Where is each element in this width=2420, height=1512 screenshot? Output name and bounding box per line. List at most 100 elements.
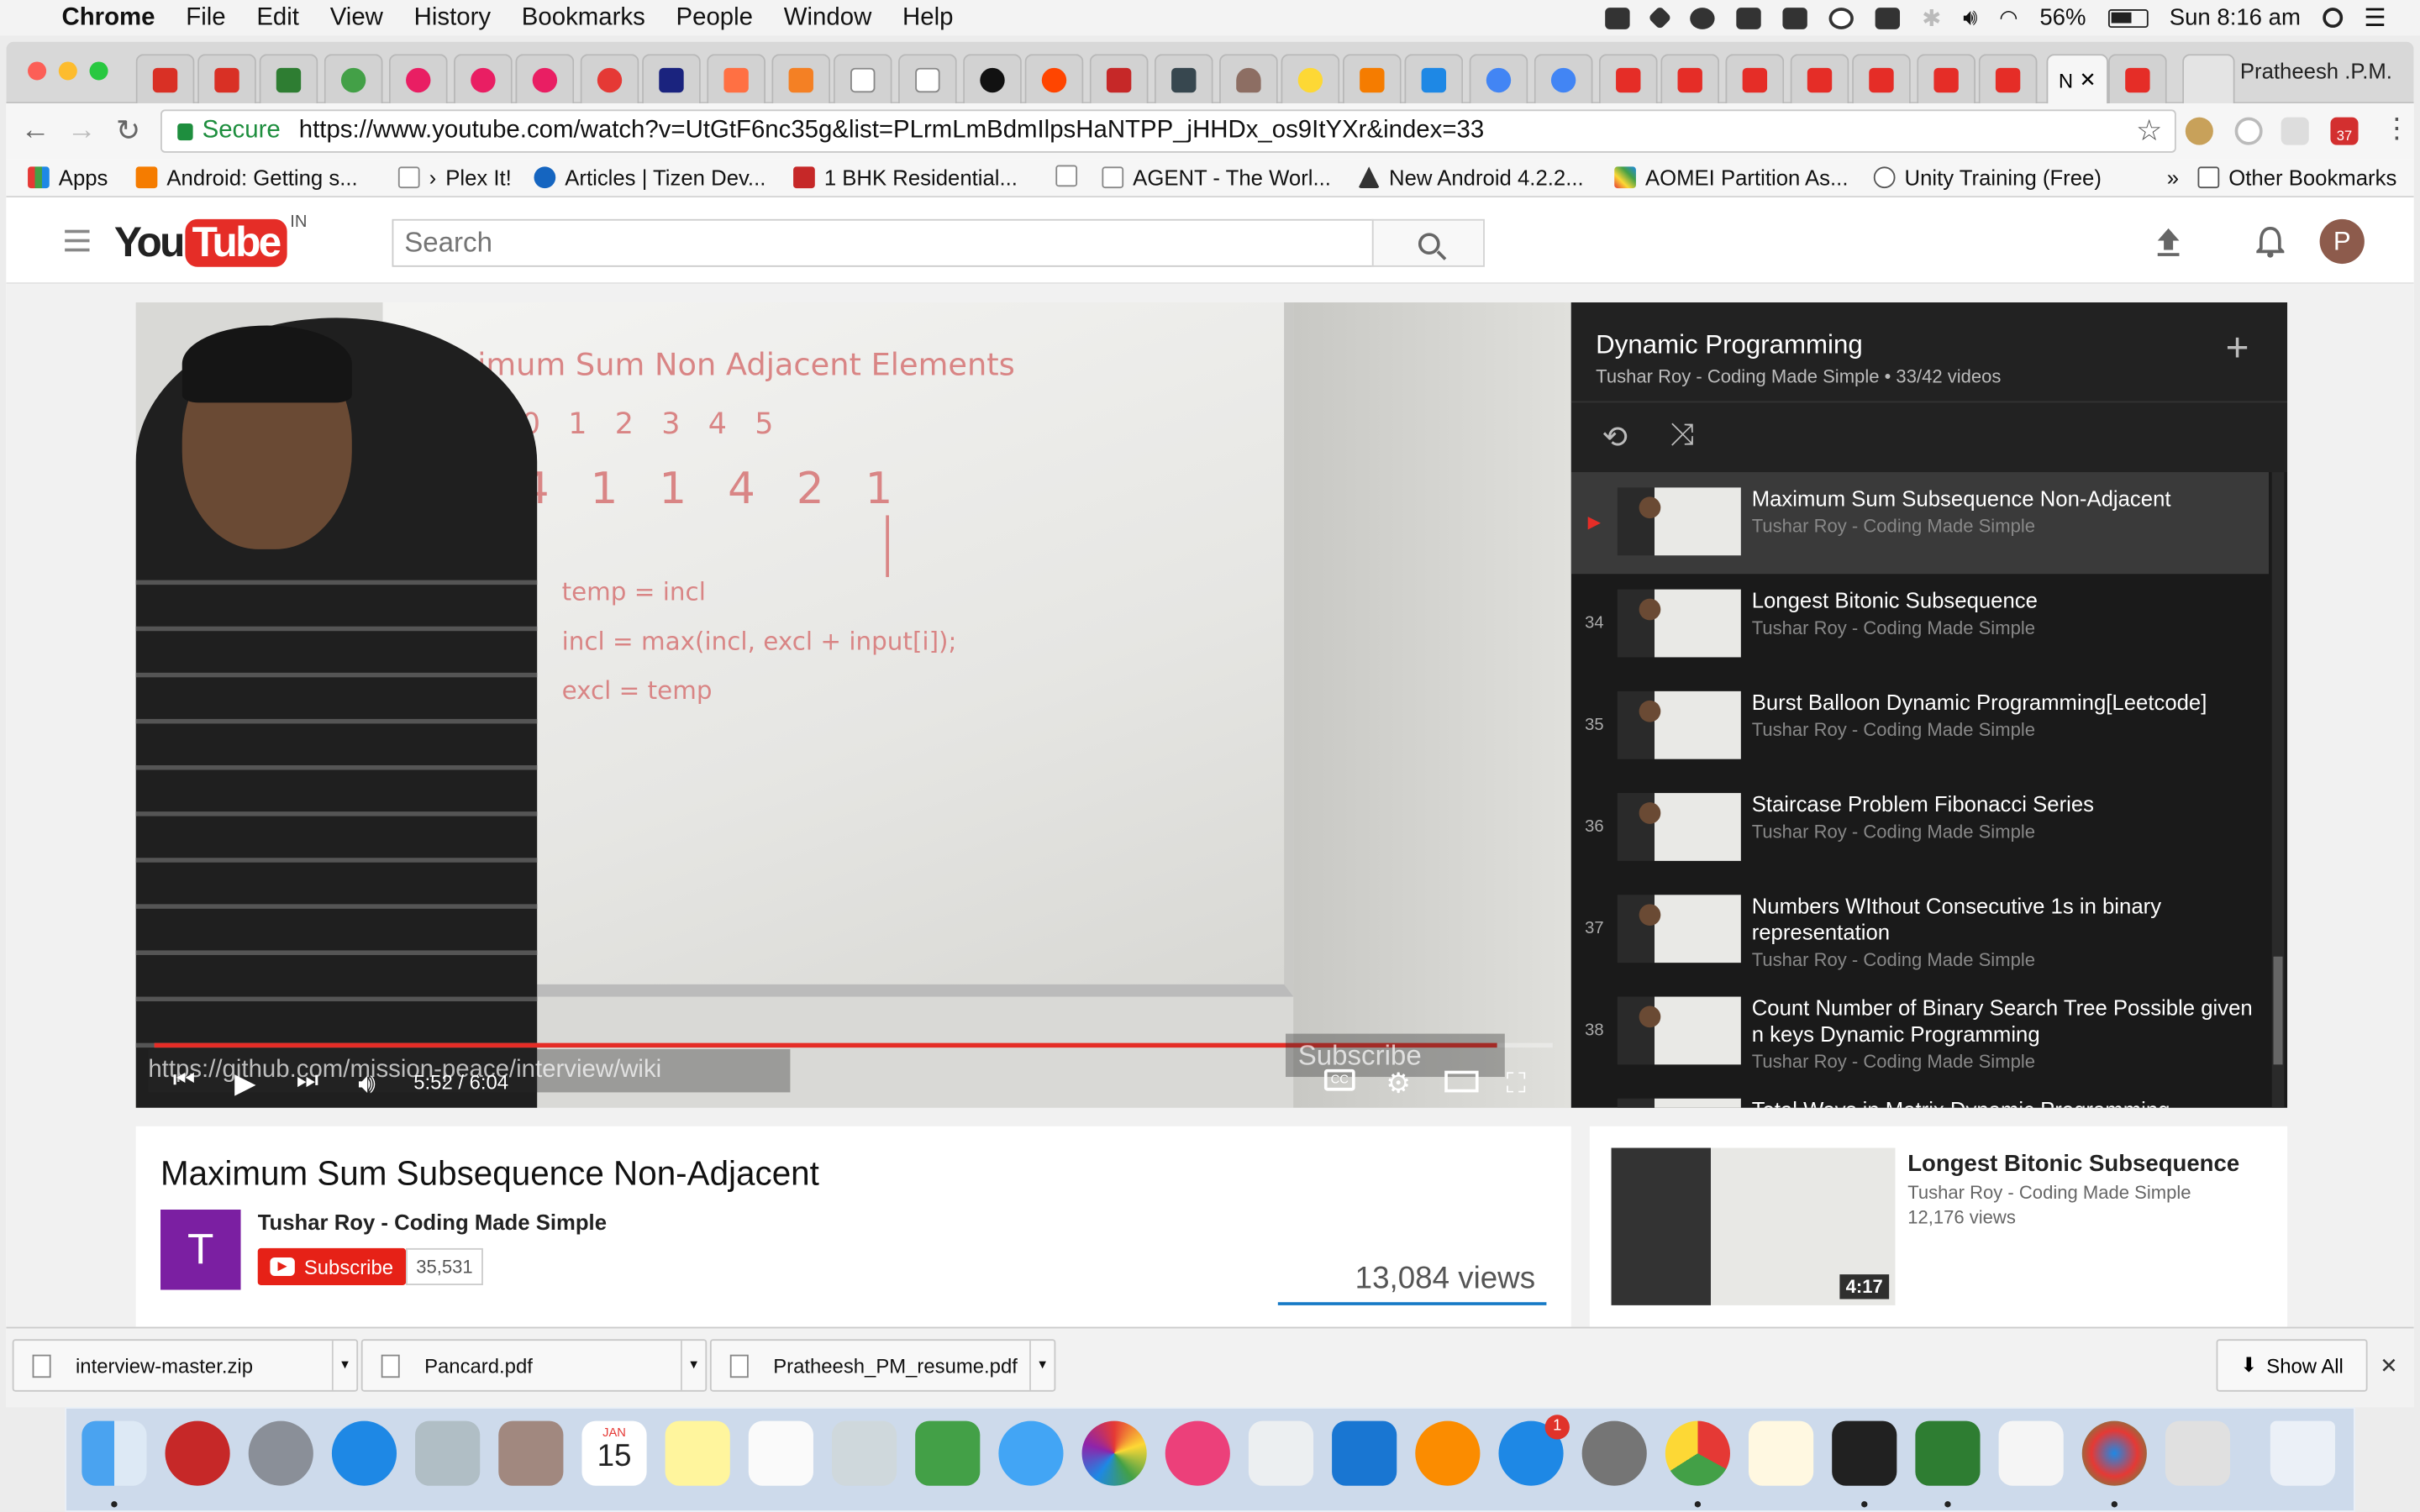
- notes-icon[interactable]: [665, 1420, 730, 1486]
- numbers-icon[interactable]: [1248, 1420, 1314, 1486]
- menu-bookmarks[interactable]: Bookmarks: [522, 4, 645, 32]
- loop-icon[interactable]: ⟲: [1602, 418, 1628, 457]
- itunes-icon[interactable]: [1165, 1420, 1230, 1486]
- circle-status-icon[interactable]: [1829, 7, 1854, 29]
- download-options-icon[interactable]: ▼: [331, 1341, 356, 1390]
- download-item[interactable]: Pancard.pdf ▼: [360, 1339, 708, 1392]
- tab-9[interactable]: [642, 54, 701, 104]
- new-tab-button[interactable]: [2182, 54, 2235, 104]
- drive-icon[interactable]: [1736, 7, 1762, 29]
- extension-icon-2[interactable]: [2281, 117, 2309, 145]
- tab-gmail-2[interactable]: [197, 54, 256, 104]
- upload-icon[interactable]: [2154, 225, 2182, 259]
- bluetooth-icon[interactable]: ✱: [1922, 4, 1941, 32]
- wifi-icon[interactable]: ◠: [1999, 5, 2018, 31]
- terminal-icon[interactable]: [1832, 1420, 1897, 1486]
- tab-yt-7[interactable]: [1978, 54, 2038, 104]
- menu-file[interactable]: File: [186, 4, 225, 32]
- menu-history[interactable]: History: [414, 4, 491, 32]
- tab-yt-5[interactable]: [1852, 54, 1911, 104]
- bookmarks-overflow-icon[interactable]: »: [2167, 165, 2179, 190]
- previous-icon[interactable]: ⏮: [173, 1068, 195, 1095]
- youtube-logo[interactable]: You Tube IN: [114, 213, 308, 268]
- upload-status-icon[interactable]: [1690, 7, 1716, 29]
- mail-icon[interactable]: [415, 1420, 481, 1486]
- playlist-item[interactable]: 35 Burst Balloon Dynamic Programming[Lee…: [1571, 675, 2269, 777]
- bookmark-1bhk[interactable]: 1 BHK Residential...: [793, 165, 1018, 190]
- shuffle-icon[interactable]: ⤨: [1670, 418, 1694, 454]
- tab-5[interactable]: [388, 54, 448, 104]
- adobe-icon[interactable]: [1783, 7, 1808, 29]
- show-all-downloads-button[interactable]: ⬇ Show All: [2216, 1339, 2368, 1392]
- bookmark-plex[interactable]: › Plex It!: [397, 165, 512, 190]
- launchpad-icon[interactable]: [248, 1420, 313, 1486]
- shield-status-icon[interactable]: [1605, 7, 1631, 29]
- bookmark-agent[interactable]: AGENT - The Worl...: [1102, 165, 1331, 190]
- contacts-icon[interactable]: [498, 1420, 564, 1486]
- tab-8[interactable]: [580, 54, 639, 104]
- battery-percent[interactable]: 56%: [2039, 5, 2086, 31]
- download-item[interactable]: interview-master.zip ▼: [12, 1339, 359, 1392]
- tab-6[interactable]: [454, 54, 513, 104]
- battery-icon[interactable]: [2107, 8, 2148, 28]
- bookmark-star-icon[interactable]: ☆: [2136, 114, 2162, 150]
- evernote-app-icon[interactable]: [1915, 1420, 1981, 1486]
- volume-icon[interactable]: 🔊︎: [1963, 5, 1977, 31]
- playlist-item[interactable]: ▶ Maximum Sum Subsequence Non-Adjacent T…: [1570, 472, 2269, 575]
- pages-icon[interactable]: [1749, 1420, 1814, 1486]
- next-icon[interactable]: ⏭: [297, 1068, 318, 1095]
- calendar-extension-icon[interactable]: 37: [2330, 117, 2359, 145]
- tab-yt-6[interactable]: [1917, 54, 1976, 104]
- playlist-title[interactable]: Dynamic Programming: [1596, 330, 1863, 361]
- tab-yt-8[interactable]: [2107, 54, 2167, 104]
- tab-12[interactable]: [833, 54, 892, 104]
- menu-help[interactable]: Help: [902, 4, 953, 32]
- facetime-icon[interactable]: [915, 1420, 981, 1486]
- tab-20[interactable]: [1342, 54, 1402, 104]
- channel-avatar[interactable]: T: [160, 1210, 241, 1290]
- tab-yt-2[interactable]: [1660, 54, 1720, 104]
- photos-icon[interactable]: [1081, 1420, 1147, 1486]
- zoom-window-button[interactable]: [89, 61, 108, 81]
- spotlight-icon[interactable]: [2322, 8, 2343, 29]
- subscribe-button[interactable]: ▶ Subscribe: [257, 1247, 407, 1285]
- app-store-icon[interactable]: 1: [1498, 1415, 1570, 1486]
- download-options-icon[interactable]: ▼: [681, 1341, 705, 1390]
- playlist-item[interactable]: 36 Staircase Problem Fibonacci Series Tu…: [1571, 778, 2269, 879]
- calendar-icon[interactable]: JAN 15: [581, 1420, 647, 1486]
- reload-button[interactable]: ↻: [105, 113, 151, 149]
- volume-icon[interactable]: 🔊︎: [358, 1068, 376, 1100]
- notification-center-icon[interactable]: ☰: [2364, 3, 2386, 34]
- close-tab-icon[interactable]: ✕: [2080, 68, 2096, 92]
- playlist-item[interactable]: 37 Numbers WIthout Consecutive 1s in bin…: [1571, 879, 2269, 981]
- s-app-icon[interactable]: [2165, 1420, 2231, 1486]
- chrome-menu-icon[interactable]: ⋮: [2383, 113, 2411, 145]
- tab-active[interactable]: N ✕: [2046, 54, 2108, 105]
- playlist-item[interactable]: 34 Longest Bitonic Subsequence Tushar Ro…: [1571, 574, 2269, 675]
- captions-icon[interactable]: CC: [1323, 1068, 1355, 1091]
- fullscreen-icon[interactable]: ⛶: [1507, 1068, 1526, 1100]
- close-shelf-icon[interactable]: ✕: [2380, 1353, 2398, 1379]
- tab-10[interactable]: [707, 54, 766, 104]
- settings-gear-icon[interactable]: ⚙: [1386, 1068, 1411, 1100]
- tab-yt-4[interactable]: [1790, 54, 1849, 104]
- tab-4[interactable]: [324, 54, 383, 104]
- playlist-item[interactable]: Total Ways in Matrix Dynamic Programming: [1571, 1083, 2269, 1108]
- tab-17[interactable]: [1154, 54, 1213, 104]
- minimize-window-button[interactable]: [58, 61, 77, 81]
- video-player[interactable]: Maximum Sum Non Adjacent Elements 0 1 2 …: [135, 302, 1571, 1108]
- bookmark-doc[interactable]: [1055, 165, 1086, 187]
- related-video[interactable]: 4:17 Longest Bitonic Subsequence Tushar …: [1589, 1126, 2288, 1342]
- bookmark-aomei[interactable]: AOMEI Partition As...: [1614, 165, 1848, 190]
- bookmark-android[interactable]: Android: Getting s...: [135, 165, 358, 190]
- forward-button[interactable]: →: [59, 114, 105, 148]
- play-icon[interactable]: ▶: [234, 1068, 255, 1100]
- account-avatar[interactable]: P: [2319, 218, 2365, 265]
- molecule-app-icon[interactable]: [2081, 1420, 2147, 1486]
- tab-11[interactable]: [771, 54, 831, 104]
- extension-icon[interactable]: [2234, 117, 2263, 145]
- safari-icon[interactable]: [331, 1420, 397, 1486]
- playlist-scroll-thumb[interactable]: [2273, 956, 2283, 1065]
- tab-21[interactable]: [1404, 54, 1464, 104]
- menu-view[interactable]: View: [330, 4, 383, 32]
